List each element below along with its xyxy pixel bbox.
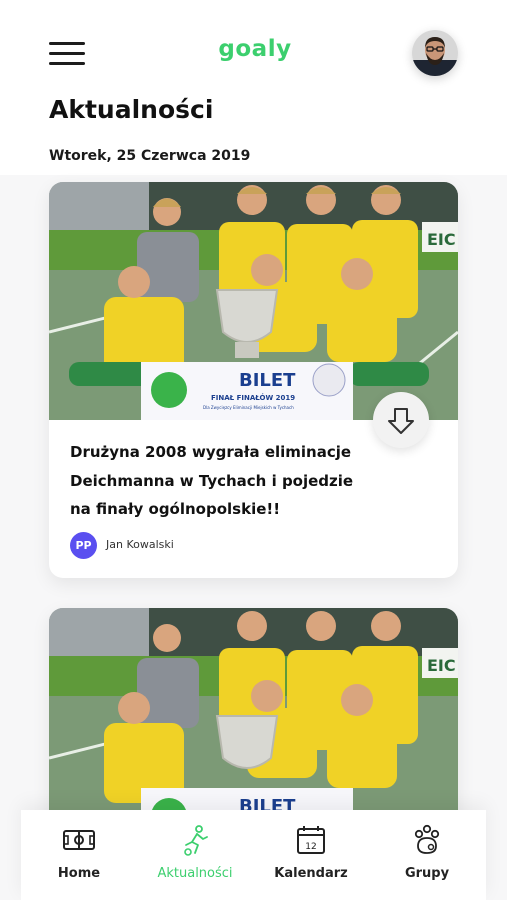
nav-label: Aktualności [157, 866, 233, 881]
share-button[interactable] [373, 392, 429, 448]
sign-text: EIC [427, 656, 456, 675]
bottom-nav: Home Aktualności 12 Kalendarz Grupy [21, 810, 486, 900]
field-icon [63, 830, 95, 850]
avatar[interactable] [412, 30, 458, 76]
nav-groups[interactable]: Grupy [369, 810, 485, 900]
share-arrow-icon [388, 408, 414, 434]
app-logo: goaly [218, 36, 292, 62]
nav-calendar[interactable]: 12 Kalendarz [253, 810, 369, 900]
news-card[interactable]: EIC BILET FINAŁ FINAŁÓW 2019 Dla Zwycięz… [49, 182, 458, 578]
page-title: Aktualności [49, 95, 214, 124]
nav-label: Grupy [404, 866, 450, 881]
banner-subtitle: FINAŁ FINAŁÓW 2019 [211, 393, 295, 402]
hamburger-menu-icon[interactable] [49, 41, 85, 67]
calendar-day: 12 [305, 842, 316, 852]
team-photo: EIC BILET FINAŁ FINAŁÓW 2019 Dla Zwycięz… [49, 182, 458, 420]
nav-label: Kalendarz [274, 866, 348, 881]
banner-note: Dla Zwycięzcy Eliminacji Miejskich w Tyc… [203, 405, 294, 410]
calendar-icon: 12 [297, 826, 325, 854]
sign-text: EIC [427, 230, 456, 249]
banner-title: BILET [239, 370, 296, 391]
author-name: Jan Kowalski [106, 538, 174, 551]
author-avatar: PP [70, 532, 97, 559]
date-label: Wtorek, 25 Czerwca 2019 [49, 148, 251, 164]
post-title[interactable]: Drużyna 2008 wygrała eliminacje Deichman… [70, 438, 370, 524]
nav-label: Home [57, 866, 101, 881]
nav-news[interactable]: Aktualności [137, 810, 253, 900]
nav-home[interactable]: Home [21, 810, 137, 900]
runner-icon [184, 825, 208, 856]
paw-group-icon [414, 824, 440, 854]
top-bar: goaly Aktualności Wtorek, 25 Czerwca 201… [0, 0, 507, 175]
